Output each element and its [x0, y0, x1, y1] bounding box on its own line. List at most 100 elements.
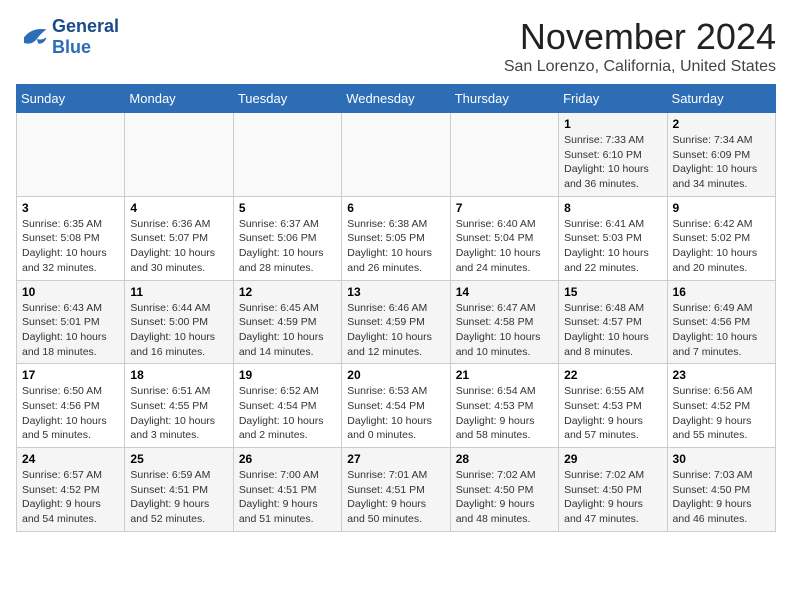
day-info: Sunrise: 6:55 AM Sunset: 4:53 PM Dayligh…	[564, 384, 661, 443]
day-number: 13	[347, 285, 444, 299]
day-number: 15	[564, 285, 661, 299]
day-info: Sunrise: 7:34 AM Sunset: 6:09 PM Dayligh…	[673, 133, 770, 192]
weekday-header-thursday: Thursday	[450, 85, 558, 113]
day-info: Sunrise: 6:41 AM Sunset: 5:03 PM Dayligh…	[564, 217, 661, 276]
calendar-cell	[233, 113, 341, 197]
calendar-cell: 29 Sunrise: 7:02 AM Sunset: 4:50 PM Dayli…	[559, 448, 667, 532]
day-number: 19	[239, 368, 336, 382]
day-info: Sunrise: 6:45 AM Sunset: 4:59 PM Dayligh…	[239, 301, 336, 360]
day-info: Sunrise: 6:52 AM Sunset: 4:54 PM Dayligh…	[239, 384, 336, 443]
day-info: Sunrise: 6:57 AM Sunset: 4:52 PM Dayligh…	[22, 468, 119, 527]
day-info: Sunrise: 7:03 AM Sunset: 4:50 PM Dayligh…	[673, 468, 770, 527]
calendar-cell: 12 Sunrise: 6:45 AM Sunset: 4:59 PM Dayli…	[233, 280, 341, 364]
day-info: Sunrise: 6:49 AM Sunset: 4:56 PM Dayligh…	[673, 301, 770, 360]
calendar-cell: 4Sunrise: 6:36 AM Sunset: 5:07 PM Daylig…	[125, 196, 233, 280]
day-number: 6	[347, 201, 444, 215]
calendar-cell	[450, 113, 558, 197]
day-number: 10	[22, 285, 119, 299]
calendar-cell: 26Sunrise: 7:00 AM Sunset: 4:51 PM Dayli…	[233, 448, 341, 532]
day-number: 25	[130, 452, 227, 466]
day-number: 23	[673, 368, 770, 382]
day-number: 20	[347, 368, 444, 382]
day-number: 24	[22, 452, 119, 466]
day-number: 3	[22, 201, 119, 215]
day-info: Sunrise: 6:59 AM Sunset: 4:51 PM Dayligh…	[130, 468, 227, 527]
day-number: 21	[456, 368, 553, 382]
day-number: 27	[347, 452, 444, 466]
calendar-cell: 9 Sunrise: 6:42 AM Sunset: 5:02 PM Daylig…	[667, 196, 775, 280]
day-number: 28	[456, 452, 553, 466]
day-number: 22	[564, 368, 661, 382]
calendar-cell: 20 Sunrise: 6:53 AM Sunset: 4:54 PM Dayli…	[342, 364, 450, 448]
day-info: Sunrise: 6:46 AM Sunset: 4:59 PM Dayligh…	[347, 301, 444, 360]
day-info: Sunrise: 6:37 AM Sunset: 5:06 PM Dayligh…	[239, 217, 336, 276]
day-info: Sunrise: 6:38 AM Sunset: 5:05 PM Dayligh…	[347, 217, 444, 276]
logo-text: General Blue	[52, 16, 119, 58]
weekday-header-row: SundayMondayTuesdayWednesdayThursdayFrid…	[17, 85, 776, 113]
weekday-header-sunday: Sunday	[17, 85, 125, 113]
day-number: 7	[456, 201, 553, 215]
day-number: 12	[239, 285, 336, 299]
day-info: Sunrise: 6:48 AM Sunset: 4:57 PM Dayligh…	[564, 301, 661, 360]
calendar-cell: 6 Sunrise: 6:38 AM Sunset: 5:05 PM Daylig…	[342, 196, 450, 280]
day-number: 18	[130, 368, 227, 382]
calendar-week-row: 10 Sunrise: 6:43 AM Sunset: 5:01 PM Dayli…	[17, 280, 776, 364]
calendar-table: SundayMondayTuesdayWednesdayThursdayFrid…	[16, 84, 776, 532]
calendar-week-row: 3Sunrise: 6:35 AM Sunset: 5:08 PM Daylig…	[17, 196, 776, 280]
month-title: November 2024	[504, 16, 776, 58]
day-info: Sunrise: 6:56 AM Sunset: 4:52 PM Dayligh…	[673, 384, 770, 443]
day-info: Sunrise: 6:47 AM Sunset: 4:58 PM Dayligh…	[456, 301, 553, 360]
calendar-cell	[342, 113, 450, 197]
calendar-cell: 11 Sunrise: 6:44 AM Sunset: 5:00 PM Dayli…	[125, 280, 233, 364]
day-number: 29	[564, 452, 661, 466]
day-number: 26	[239, 452, 336, 466]
calendar-cell: 15 Sunrise: 6:48 AM Sunset: 4:57 PM Dayli…	[559, 280, 667, 364]
calendar-cell: 5 Sunrise: 6:37 AM Sunset: 5:06 PM Daylig…	[233, 196, 341, 280]
day-info: Sunrise: 7:02 AM Sunset: 4:50 PM Dayligh…	[564, 468, 661, 527]
day-info: Sunrise: 7:02 AM Sunset: 4:50 PM Dayligh…	[456, 468, 553, 527]
calendar-cell: 28 Sunrise: 7:02 AM Sunset: 4:50 PM Dayli…	[450, 448, 558, 532]
day-info: Sunrise: 7:33 AM Sunset: 6:10 PM Dayligh…	[564, 133, 661, 192]
page-header: General Blue November 2024 San Lorenzo, …	[16, 16, 776, 76]
title-section: November 2024 San Lorenzo, California, U…	[504, 16, 776, 76]
calendar-cell: 18 Sunrise: 6:51 AM Sunset: 4:55 PM Dayli…	[125, 364, 233, 448]
calendar-cell: 1Sunrise: 7:33 AM Sunset: 6:10 PM Daylig…	[559, 113, 667, 197]
day-number: 30	[673, 452, 770, 466]
calendar-cell: 19 Sunrise: 6:52 AM Sunset: 4:54 PM Dayli…	[233, 364, 341, 448]
logo: General Blue	[16, 16, 119, 58]
calendar-week-row: 17Sunrise: 6:50 AM Sunset: 4:56 PM Dayli…	[17, 364, 776, 448]
day-number: 9	[673, 201, 770, 215]
logo-icon	[16, 23, 48, 51]
weekday-header-tuesday: Tuesday	[233, 85, 341, 113]
day-info: Sunrise: 6:50 AM Sunset: 4:56 PM Dayligh…	[22, 384, 119, 443]
day-number: 16	[673, 285, 770, 299]
weekday-header-saturday: Saturday	[667, 85, 775, 113]
calendar-cell	[17, 113, 125, 197]
day-info: Sunrise: 6:42 AM Sunset: 5:02 PM Dayligh…	[673, 217, 770, 276]
calendar-cell: 2 Sunrise: 7:34 AM Sunset: 6:09 PM Daylig…	[667, 113, 775, 197]
calendar-cell: 3Sunrise: 6:35 AM Sunset: 5:08 PM Daylig…	[17, 196, 125, 280]
day-info: Sunrise: 6:53 AM Sunset: 4:54 PM Dayligh…	[347, 384, 444, 443]
day-info: Sunrise: 6:44 AM Sunset: 5:00 PM Dayligh…	[130, 301, 227, 360]
calendar-cell: 14 Sunrise: 6:47 AM Sunset: 4:58 PM Dayli…	[450, 280, 558, 364]
day-info: Sunrise: 7:01 AM Sunset: 4:51 PM Dayligh…	[347, 468, 444, 527]
weekday-header-friday: Friday	[559, 85, 667, 113]
day-number: 14	[456, 285, 553, 299]
calendar-cell	[125, 113, 233, 197]
calendar-cell: 21 Sunrise: 6:54 AM Sunset: 4:53 PM Dayli…	[450, 364, 558, 448]
location-title: San Lorenzo, California, United States	[504, 58, 776, 76]
weekday-header-monday: Monday	[125, 85, 233, 113]
day-number: 11	[130, 285, 227, 299]
day-number: 2	[673, 117, 770, 131]
day-number: 5	[239, 201, 336, 215]
calendar-cell: 16 Sunrise: 6:49 AM Sunset: 4:56 PM Dayli…	[667, 280, 775, 364]
calendar-cell: 23 Sunrise: 6:56 AM Sunset: 4:52 PM Dayli…	[667, 364, 775, 448]
day-info: Sunrise: 6:54 AM Sunset: 4:53 PM Dayligh…	[456, 384, 553, 443]
calendar-cell: 7Sunrise: 6:40 AM Sunset: 5:04 PM Daylig…	[450, 196, 558, 280]
day-info: Sunrise: 6:43 AM Sunset: 5:01 PM Dayligh…	[22, 301, 119, 360]
day-info: Sunrise: 6:51 AM Sunset: 4:55 PM Dayligh…	[130, 384, 227, 443]
day-info: Sunrise: 6:36 AM Sunset: 5:07 PM Dayligh…	[130, 217, 227, 276]
calendar-cell: 22 Sunrise: 6:55 AM Sunset: 4:53 PM Dayli…	[559, 364, 667, 448]
day-number: 8	[564, 201, 661, 215]
calendar-cell: 17Sunrise: 6:50 AM Sunset: 4:56 PM Dayli…	[17, 364, 125, 448]
